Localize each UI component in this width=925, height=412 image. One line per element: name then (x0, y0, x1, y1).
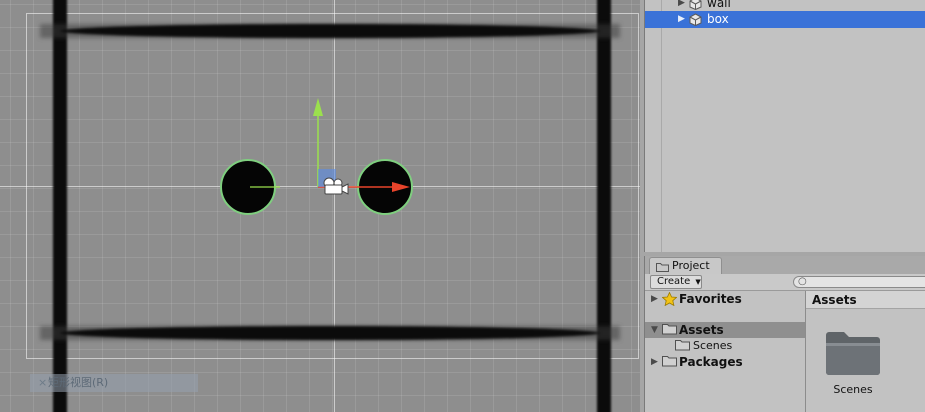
project-folder-tree: ▶ Favorites ▼ Assets Scenes ▶ Packages (645, 291, 805, 412)
assets-breadcrumb: Assets (806, 291, 925, 309)
tree-item-label: Assets (679, 323, 724, 337)
project-toolbar: Create ▼ ○ (645, 274, 925, 291)
tree-item-packages[interactable]: ▶ Packages (645, 354, 805, 370)
scene-view[interactable]: ×矩形视图(R) (0, 0, 640, 412)
tree-item-label: Packages (679, 355, 743, 369)
tree-item-assets[interactable]: ▼ Assets (645, 322, 805, 338)
vertical-guide-line (334, 0, 335, 412)
search-input[interactable]: ○ (793, 276, 925, 288)
close-icon[interactable]: × (38, 374, 48, 392)
create-button[interactable]: Create ▼ (650, 275, 702, 289)
hierarchy-panel: ▶ wall ▶ box (644, 0, 925, 252)
hierarchy-item-box[interactable]: ▶ box (645, 11, 925, 28)
scenes-folder-icon[interactable] (824, 329, 882, 377)
folder-icon (662, 324, 677, 335)
collapse-arrow-icon[interactable]: ▼ (651, 322, 658, 338)
expand-arrow-icon[interactable]: ▶ (651, 354, 658, 370)
folder-icon (675, 340, 690, 351)
tree-item-scenes[interactable]: Scenes (645, 338, 805, 354)
create-button-label: Create (657, 276, 691, 287)
right-wall[interactable] (597, 0, 611, 412)
y-axis-arrow-icon (313, 98, 323, 116)
project-tab-bar: Project (645, 256, 925, 275)
search-icon: ○ (798, 276, 807, 287)
assets-content-pane: Assets Scenes (806, 291, 925, 412)
hierarchy-indent-guide (661, 0, 662, 252)
expand-arrow-icon[interactable]: ▶ (678, 11, 685, 28)
scenes-folder-label: Scenes (833, 383, 873, 396)
top-wall[interactable] (60, 24, 600, 38)
star-icon (662, 292, 677, 306)
hierarchy-item-label: box (707, 12, 729, 26)
scene-overlay-label: ×矩形视图(R) (30, 374, 198, 392)
tab-project[interactable]: Project (649, 257, 722, 274)
folder-icon (662, 356, 677, 367)
tree-item-label: Favorites (679, 292, 742, 306)
project-panel: Project Create ▼ ○ ▶ Favorites ▼ Assets … (644, 256, 925, 412)
camera-gizmo-icon[interactable] (320, 175, 350, 197)
tab-project-label: Project (672, 259, 710, 272)
left-wall[interactable] (53, 0, 67, 412)
dropdown-arrow-icon: ▼ (695, 278, 701, 286)
gameobject-cube-icon (689, 13, 702, 26)
x-axis-arrow-icon (392, 182, 410, 192)
bottom-wall[interactable] (60, 326, 600, 340)
folder-icon (656, 263, 669, 272)
expand-arrow-icon[interactable]: ▶ (651, 291, 658, 307)
scene-overlay-text: 矩形视图(R) (48, 376, 109, 389)
gameobject-cube-icon (689, 0, 702, 10)
tree-item-favorites[interactable]: ▶ Favorites (645, 291, 805, 307)
tree-item-label: Scenes (693, 339, 733, 352)
